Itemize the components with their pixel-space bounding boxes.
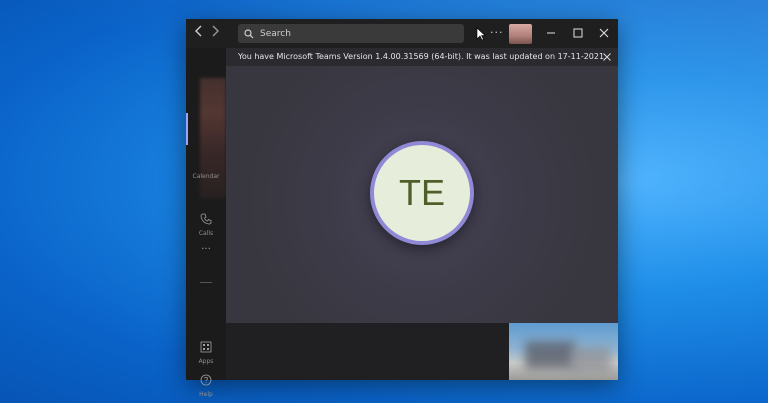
video-strip xyxy=(226,323,618,380)
sidebar-item-apps[interactable]: Apps xyxy=(186,338,226,365)
maximize-icon[interactable] xyxy=(571,26,585,40)
preview-blur xyxy=(525,341,575,369)
title-bar: Search ··· xyxy=(186,19,618,48)
blurred-rail-items xyxy=(200,78,226,198)
sidebar-item-label: Calls xyxy=(198,230,214,237)
preview-blur xyxy=(571,347,611,373)
app-rail: Calendar Calls ··· Apps Help xyxy=(186,48,226,398)
search-placeholder: Search xyxy=(260,28,291,39)
sidebar-item-calendar[interactable]: Calendar xyxy=(186,172,226,180)
close-icon[interactable] xyxy=(602,52,612,62)
sidebar-item-label: Calendar xyxy=(192,173,220,180)
participant-avatar[interactable]: TE xyxy=(370,141,474,245)
sidebar-item-help[interactable]: Help xyxy=(186,371,226,398)
more-options-button[interactable]: ··· xyxy=(490,26,504,39)
sidebar-divider xyxy=(200,282,212,283)
main-content: You have Microsoft Teams Version 1.4.00.… xyxy=(226,48,618,380)
sidebar-item-label: Apps xyxy=(198,358,214,365)
search-input[interactable]: Search xyxy=(238,24,464,43)
close-window-icon[interactable] xyxy=(597,26,611,40)
update-banner: You have Microsoft Teams Version 1.4.00.… xyxy=(226,48,618,66)
mouse-cursor-icon xyxy=(476,27,486,41)
chevron-right-icon xyxy=(212,25,219,37)
search-icon xyxy=(244,28,254,38)
active-indicator xyxy=(186,113,188,145)
avatar-initials: TE xyxy=(374,145,470,241)
banner-text: You have Microsoft Teams Version 1.4.00.… xyxy=(238,52,607,61)
forward-button[interactable] xyxy=(208,25,222,41)
call-stage: TE xyxy=(226,66,618,323)
sidebar-item-more[interactable]: ··· xyxy=(186,244,226,255)
sidebar-item-label: Help xyxy=(199,391,213,398)
self-video-preview[interactable] xyxy=(509,323,618,380)
apps-icon xyxy=(200,341,212,353)
chevron-left-icon xyxy=(195,25,202,37)
back-button[interactable] xyxy=(192,25,206,41)
sidebar-item-calls[interactable]: Calls xyxy=(186,210,226,237)
more-icon: ··· xyxy=(201,244,211,255)
minimize-icon[interactable] xyxy=(544,26,558,40)
teams-window: Search ··· Calendar Calls ··· Apps Help xyxy=(186,19,618,398)
phone-icon xyxy=(200,213,212,225)
help-icon xyxy=(200,374,212,386)
profile-avatar[interactable] xyxy=(509,24,532,44)
